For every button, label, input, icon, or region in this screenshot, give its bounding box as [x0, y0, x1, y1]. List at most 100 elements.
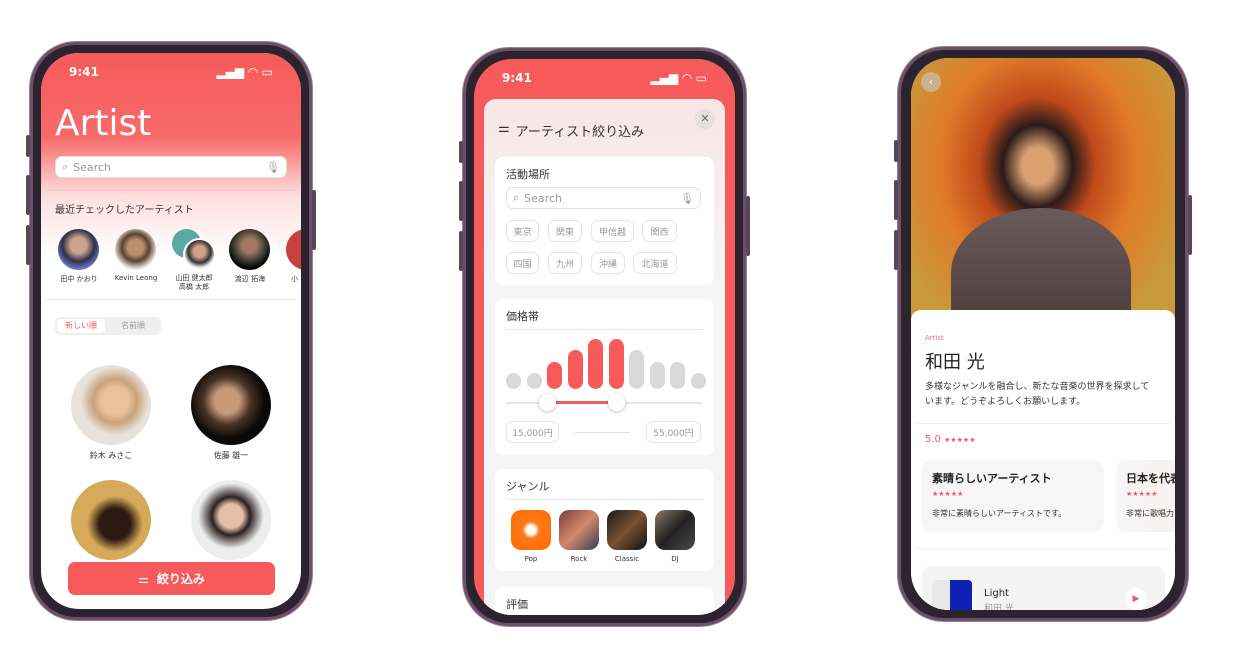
status-icons: ▂▄▆ ◠ ▭ [216, 65, 273, 79]
page-title: Artist [55, 103, 152, 144]
sliders-icon: ⚌ [498, 121, 510, 136]
min-price-field[interactable]: 15,000円 [506, 421, 559, 443]
price-histogram-bar [690, 373, 706, 389]
artist-name: 鈴木 みさこ [89, 451, 133, 460]
status-time: 9:41 [69, 65, 99, 79]
star-rating: ★★★★★ [944, 436, 976, 444]
genre-label: DJ [671, 555, 679, 563]
recent-artist-name: 田中 かおり [60, 275, 98, 283]
close-button[interactable]: ✕ [695, 109, 715, 129]
location-chip[interactable]: 関西 [642, 220, 677, 242]
sort-tab-newest[interactable]: 新しい順 [57, 319, 105, 333]
phone-artist-list: 9:41 ▂▄▆ ◠ ▭ Artist ⌕ Search 🎙 最近チェックしたアーティ… [26, 42, 316, 620]
price-histogram-bar [506, 373, 521, 389]
price-histogram-bar [670, 361, 685, 389]
recent-artist-name: 山田 健太郎 高橋 太郎 [175, 274, 213, 291]
genre-pop-image[interactable] [511, 510, 551, 550]
artist-bio: 多様なジャンルを融合し、新たな音楽の世界を探求しています。どうぞよろしくお願いし… [925, 382, 1150, 407]
back-button[interactable]: ‹ [921, 72, 941, 92]
price-histogram-bar [547, 361, 562, 389]
star-rating: ★★★★★ [932, 490, 964, 498]
play-icon: ▶ [1132, 594, 1140, 604]
sort-segmented-control: 新しい順 名前順 [55, 317, 161, 335]
recent-heading: 最近チェックしたアーティスト [55, 205, 194, 216]
recent-artist-avatar[interactable] [229, 229, 270, 270]
price-histogram [506, 337, 706, 389]
chevron-left-icon: ‹ [928, 75, 934, 88]
max-price-handle[interactable] [608, 394, 625, 411]
rating-card: 評価 [495, 587, 714, 615]
genre-label: Pop [524, 555, 538, 563]
microphone-icon[interactable]: 🎙 [680, 192, 694, 205]
category-label: Artist [925, 334, 944, 342]
location-chip[interactable]: 沖縄 [591, 252, 625, 274]
artist-avatar[interactable] [191, 365, 271, 445]
detail-sheet: Artist 和田 光 多様なジャンルを融合し、新たな音楽の世界を探求しています… [911, 310, 1175, 610]
artist-avatar[interactable] [71, 480, 151, 560]
artist-name: 佐藤 雄一 [213, 451, 249, 460]
price-heading: 価格帯 [506, 310, 539, 323]
microphone-icon[interactable]: 🎙 [266, 161, 280, 174]
location-chip[interactable]: 北海道 [633, 252, 677, 274]
location-heading: 活動場所 [506, 168, 550, 181]
review-card[interactable]: 素晴らしいアーティスト ★★★★★ 非常に素晴らしいアーティストです。 [922, 460, 1104, 532]
price-histogram-bar [608, 339, 624, 389]
price-card: 価格帯 15,000円 55,000円 [495, 299, 714, 455]
track-artist: 和田 光 [984, 604, 1014, 610]
sliders-icon: ⚌ [138, 571, 149, 586]
rating-heading: 評価 [506, 598, 528, 611]
genre-dj-image[interactable] [655, 510, 695, 550]
recent-artist-avatar[interactable] [115, 229, 156, 270]
price-histogram-bar [588, 339, 603, 389]
phone-artist-detail: ‹ Artist 和田 光 多様なジャンルを融合し、新たな音楽の世界を探求してい… [894, 47, 1192, 621]
location-search-input[interactable]: ⌕ Search 🎙 [506, 187, 701, 209]
genre-card: ジャンル Pop Rock Classic DJ [495, 469, 714, 571]
price-histogram-bar [629, 350, 644, 389]
price-range-selected [547, 401, 617, 404]
genre-label: Classic [614, 555, 640, 563]
min-price-handle[interactable] [539, 394, 556, 411]
location-chip[interactable]: 四国 [506, 252, 539, 274]
max-price-field[interactable]: 55,000円 [646, 421, 701, 443]
location-chip[interactable]: 関東 [548, 220, 582, 242]
status-time: 9:41 [502, 71, 532, 85]
price-histogram-bar [649, 361, 665, 389]
sort-tab-name[interactable]: 名前順 [109, 319, 157, 333]
filter-button[interactable]: ⚌ 絞り込み [68, 562, 275, 595]
recent-artist-avatar[interactable] [58, 229, 99, 270]
track-item[interactable]: Light 和田 光 ▶ [922, 566, 1165, 610]
star-rating: ★★★★★ [1126, 490, 1158, 498]
genre-rock-image[interactable] [559, 510, 599, 550]
genre-heading: ジャンル [506, 480, 550, 493]
location-chip[interactable]: 九州 [548, 252, 582, 274]
recent-artist-name: 小 [291, 275, 298, 283]
track-title: Light [984, 588, 1009, 599]
search-input[interactable]: ⌕ Search 🎙 [55, 156, 287, 178]
track-artwork [932, 580, 972, 610]
artist-avatar[interactable] [191, 480, 271, 560]
phone-filter: 9:41 ▂▄▆ ◠ ▭ ⚌ アーティスト絞り込み ✕ 活動場所 ⌕ Search 🎙 … [459, 48, 750, 626]
price-histogram-bar [567, 350, 583, 389]
location-chip[interactable]: 東京 [506, 220, 539, 242]
close-icon: ✕ [700, 112, 710, 125]
price-histogram-bar [526, 373, 542, 389]
filter-screen: 9:41 ▂▄▆ ◠ ▭ ⚌ アーティスト絞り込み ✕ 活動場所 ⌕ Search 🎙 … [474, 59, 735, 615]
location-card: 活動場所 ⌕ Search 🎙 東京 関東 甲信越 関西 四国 九州 沖縄 北海道 [495, 157, 714, 285]
review-card[interactable]: 日本を代表 ★★★★★ 非常に歌唱力 [1116, 460, 1175, 532]
artist-name: 和田 光 [925, 352, 985, 373]
artist-list-screen: 9:41 ▂▄▆ ◠ ▭ Artist ⌕ Search 🎙 最近チェックしたアーティ… [41, 53, 301, 609]
recent-artist-name: 渡辺 拓海 [234, 275, 266, 283]
artist-detail-screen: ‹ Artist 和田 光 多様なジャンルを融合し、新たな音楽の世界を探求してい… [911, 58, 1175, 610]
search-icon: ⌕ [62, 160, 69, 173]
recent-artist-name: Kevin Leong [114, 274, 158, 282]
search-icon: ⌕ [513, 191, 520, 204]
artist-hero-photo [911, 58, 1175, 338]
status-icons: ▂▄▆ ◠ ▭ [650, 71, 707, 85]
rating-summary: 5.0 ★★★★★ [925, 434, 976, 445]
location-chip[interactable]: 甲信越 [591, 220, 634, 242]
genre-classic-image[interactable] [607, 510, 647, 550]
filter-sheet: ⚌ アーティスト絞り込み ✕ 活動場所 ⌕ Search 🎙 東京 関東 甲信越 関西… [484, 99, 725, 615]
play-button[interactable]: ▶ [1125, 588, 1147, 610]
artist-avatar[interactable] [71, 365, 151, 445]
recent-artist-avatar[interactable] [183, 238, 216, 271]
